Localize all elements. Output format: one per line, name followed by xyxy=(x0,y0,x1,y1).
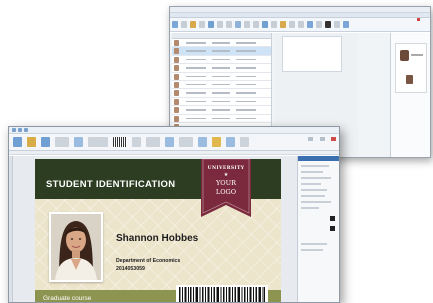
table-row[interactable] xyxy=(172,106,271,115)
property-row[interactable] xyxy=(301,183,321,185)
app-screenshot-composite: STUDENT IDENTIFICATION UNIVERSITY ★ YOUR… xyxy=(0,0,433,303)
close-icon[interactable] xyxy=(331,137,336,141)
property-row[interactable] xyxy=(301,189,327,191)
properties-panel-header xyxy=(298,156,339,161)
ribbon-button[interactable] xyxy=(226,21,232,28)
property-row[interactable] xyxy=(301,201,331,203)
minimize-icon[interactable] xyxy=(308,137,314,141)
ribbon-button[interactable] xyxy=(217,21,223,28)
ribbon-button[interactable] xyxy=(253,21,259,28)
property-row[interactable] xyxy=(301,195,325,197)
ribbon-button[interactable] xyxy=(334,21,340,28)
back-window-controls[interactable] xyxy=(416,8,428,21)
barcode[interactable] xyxy=(176,285,268,303)
quick-access-toolbar xyxy=(12,128,28,132)
ribbon-button[interactable] xyxy=(172,21,178,28)
table-row[interactable] xyxy=(172,81,271,90)
card-header-title[interactable]: STUDENT IDENTIFICATION xyxy=(46,179,175,190)
ribbon-button[interactable] xyxy=(240,137,249,147)
badge-university-label: UNIVERSITY xyxy=(207,166,245,171)
design-workspace: STUDENT IDENTIFICATION UNIVERSITY ★ YOUR… xyxy=(9,156,339,302)
color-swatch[interactable] xyxy=(330,216,335,221)
ribbon-button[interactable] xyxy=(181,21,187,28)
student-id-number[interactable]: 2014053059 xyxy=(116,266,145,272)
property-row[interactable] xyxy=(301,243,327,245)
table-row[interactable] xyxy=(172,89,271,98)
student-name[interactable]: Shannon Hobbes xyxy=(116,233,198,244)
print-icon[interactable] xyxy=(24,128,28,132)
horizontal-ruler xyxy=(9,151,339,155)
ribbon-button[interactable] xyxy=(179,137,193,147)
table-row[interactable] xyxy=(172,39,271,48)
ribbon-button[interactable] xyxy=(132,137,141,147)
badge-logo-line2: LOGO xyxy=(215,188,237,196)
table-row[interactable] xyxy=(172,115,271,123)
front-title-bar xyxy=(9,127,339,141)
ribbon-button[interactable] xyxy=(88,137,108,147)
back-preview-panel xyxy=(390,33,430,157)
ribbon-button[interactable] xyxy=(27,137,36,147)
ribbon-button[interactable] xyxy=(298,21,304,28)
undo-icon[interactable] xyxy=(18,128,22,132)
id-card-preview xyxy=(395,43,427,93)
property-row[interactable] xyxy=(301,165,329,167)
table-row[interactable] xyxy=(172,64,271,73)
photo-thumbnail xyxy=(406,75,413,84)
text-line xyxy=(411,54,423,56)
color-swatch[interactable] xyxy=(330,226,335,231)
ribbon-button[interactable] xyxy=(235,21,241,28)
ribbon-button[interactable] xyxy=(316,21,322,28)
ribbon-button[interactable] xyxy=(165,137,174,147)
properties-panel[interactable] xyxy=(297,156,339,302)
window-controls xyxy=(306,128,336,146)
id-card-design[interactable]: STUDENT IDENTIFICATION UNIVERSITY ★ YOUR… xyxy=(35,159,281,303)
vertical-ruler xyxy=(9,156,13,302)
table-row[interactable] xyxy=(172,98,271,107)
ribbon-button[interactable] xyxy=(271,21,277,28)
ribbon-button[interactable] xyxy=(212,137,221,147)
ribbon-button[interactable] xyxy=(198,137,207,147)
ribbon-button[interactable] xyxy=(325,21,331,28)
ribbon-button[interactable] xyxy=(146,137,160,147)
badge-logo-line1: YOUR xyxy=(216,179,236,187)
ribbon-button[interactable] xyxy=(262,21,268,28)
save-icon[interactable] xyxy=(12,128,16,132)
maximize-icon[interactable] xyxy=(319,137,325,141)
property-row[interactable] xyxy=(301,177,331,179)
back-title-bar xyxy=(170,7,430,21)
table-row[interactable] xyxy=(172,56,271,65)
ribbon-button[interactable] xyxy=(343,21,349,28)
ribbon-button[interactable] xyxy=(199,21,205,28)
star-icon: ★ xyxy=(223,172,229,178)
ribbon-button[interactable] xyxy=(208,21,214,28)
property-row[interactable] xyxy=(301,207,319,209)
student-photo xyxy=(51,214,101,280)
ribbon-button[interactable] xyxy=(74,137,83,147)
ribbon-button[interactable] xyxy=(55,137,69,147)
front-ribbon xyxy=(9,134,339,151)
property-row[interactable] xyxy=(301,249,323,251)
department-text[interactable]: Department of Economics xyxy=(116,258,180,264)
photo-thumbnail xyxy=(400,50,409,61)
barcode-icon[interactable] xyxy=(113,137,127,147)
table-row-selected[interactable] xyxy=(172,47,271,56)
card-thumbnail xyxy=(282,36,342,72)
ribbon-button[interactable] xyxy=(244,21,250,28)
ribbon-button[interactable] xyxy=(41,137,50,147)
table-row[interactable] xyxy=(172,73,271,81)
ribbon-button[interactable] xyxy=(190,21,196,28)
front-window: STUDENT IDENTIFICATION UNIVERSITY ★ YOUR… xyxy=(8,126,340,303)
ribbon-button[interactable] xyxy=(280,21,286,28)
course-label[interactable]: Graduate course xyxy=(43,295,91,302)
ribbon-button[interactable] xyxy=(13,137,22,147)
ribbon-button[interactable] xyxy=(307,21,313,28)
property-row[interactable] xyxy=(301,171,323,173)
photo-frame[interactable] xyxy=(49,212,103,282)
ribbon-button[interactable] xyxy=(289,21,295,28)
back-ribbon xyxy=(170,18,430,32)
ribbon-button[interactable] xyxy=(226,137,235,147)
